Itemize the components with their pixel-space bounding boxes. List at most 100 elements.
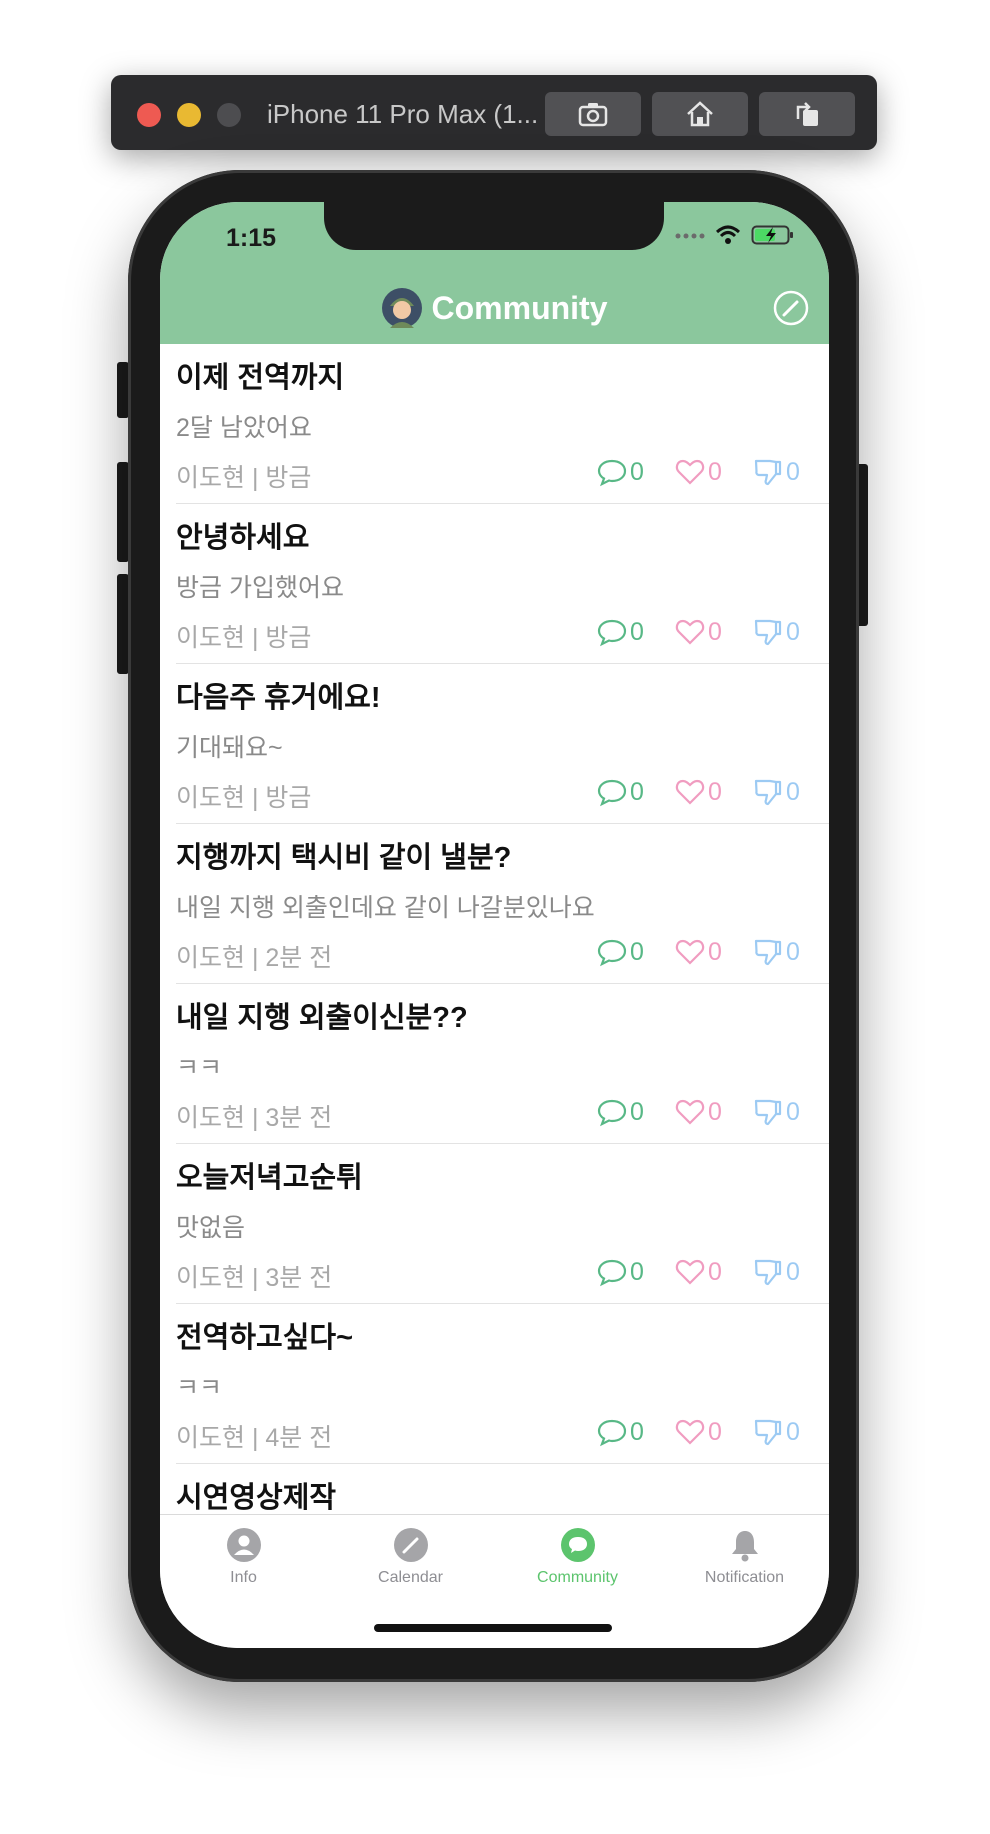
like-count[interactable]: 0 <box>674 456 722 488</box>
comment-count[interactable]: 0 <box>596 776 644 808</box>
post-title: 오늘저녁고순튀 <box>176 1162 363 1194</box>
heart-icon <box>675 459 705 485</box>
list-item[interactable]: 안녕하세요 방금 가입했어요 이도현 | 방금 0 0 0 <box>160 504 829 664</box>
comment-bubble-icon <box>597 459 627 487</box>
dislike-count[interactable]: 0 <box>752 1416 800 1448</box>
tab-label: Info <box>230 1569 257 1586</box>
comment-bubble-icon <box>597 1099 627 1127</box>
dislike-count[interactable]: 0 <box>752 776 800 808</box>
compose-button[interactable] <box>773 290 809 326</box>
bell-icon <box>731 1531 758 1562</box>
post-meta: 이도현 | 2분 전 <box>176 944 333 972</box>
comment-count[interactable]: 0 <box>596 1256 644 1288</box>
like-count-value: 0 <box>708 937 722 966</box>
soldier-avatar-icon <box>381 288 422 328</box>
dislike-count-value: 0 <box>786 457 800 486</box>
like-count[interactable]: 0 <box>674 1096 722 1128</box>
comment-count[interactable]: 0 <box>596 1416 644 1448</box>
page-title-text: Community <box>431 289 608 326</box>
post-title: 내일 지행 외출이신분?? <box>176 1002 468 1034</box>
like-count-value: 0 <box>708 617 722 646</box>
dislike-count[interactable]: 0 <box>752 1096 800 1128</box>
post-meta: 이도현 | 방금 <box>176 784 312 812</box>
dislike-count[interactable]: 0 <box>752 616 800 648</box>
dislike-count-value: 0 <box>786 617 800 646</box>
rotate-button[interactable] <box>759 92 855 136</box>
screenshot-button[interactable] <box>545 92 641 136</box>
post-body: 맛없음 <box>176 1214 246 1242</box>
chat-bubble-icon <box>560 1528 595 1562</box>
comment-count-value: 0 <box>630 1417 644 1446</box>
comment-count[interactable]: 0 <box>596 1096 644 1128</box>
like-count[interactable]: 0 <box>674 936 722 968</box>
close-window-button[interactable] <box>137 103 161 127</box>
dislike-count-value: 0 <box>786 777 800 806</box>
post-list[interactable]: 이제 전역까지 2달 남았어요 이도현 | 방금 0 0 0 안녕하세요 방금 … <box>160 344 829 1514</box>
comment-count-value: 0 <box>630 1257 644 1286</box>
list-item[interactable]: 다음주 휴거에요! 기대돼요~ 이도현 | 방금 0 0 0 <box>160 664 829 824</box>
list-item[interactable]: 오늘저녁고순튀 맛없음 이도현 | 3분 전 0 0 0 <box>160 1144 829 1304</box>
post-meta: 이도현 | 방금 <box>176 464 312 492</box>
tab-label: Community <box>537 1569 618 1586</box>
minimize-window-button[interactable] <box>177 103 201 127</box>
dislike-count-value: 0 <box>786 937 800 966</box>
zoom-window-button[interactable] <box>217 103 241 127</box>
thumbs-down-icon <box>754 1259 782 1286</box>
list-item[interactable]: 전역하고싶다~ ㅋㅋ 이도현 | 4분 전 0 0 0 <box>160 1304 829 1464</box>
home-button[interactable] <box>652 92 748 136</box>
status-time: 1:15 <box>226 224 277 252</box>
battery-charging-icon <box>751 225 793 245</box>
like-count[interactable]: 0 <box>674 1256 722 1288</box>
post-title: 이제 전역까지 <box>176 362 345 394</box>
comment-bubble-icon <box>597 1419 627 1447</box>
like-count-value: 0 <box>708 1257 722 1286</box>
notch <box>324 202 664 250</box>
dislike-count[interactable]: 0 <box>752 936 800 968</box>
tab-notification[interactable]: Notification <box>661 1527 828 1587</box>
post-body: 2달 남았어요 <box>176 414 312 442</box>
post-body: 내일 지행 외출인데요 같이 나갈분있나요 <box>176 894 595 922</box>
nav-header: 1:15 Community <box>160 202 829 344</box>
comment-bubble-icon <box>597 619 627 647</box>
post-body: 기대돼요~ <box>176 734 283 762</box>
post-title: 전역하고싶다~ <box>176 1322 354 1354</box>
phone-screen: 1:15 Community 이제 전역까지 2달 남았어요 이도현 | 방금 … <box>160 202 829 1648</box>
tab-label: Notification <box>704 1569 785 1586</box>
simulator-title: iPhone 11 Pro Max (1... <box>267 99 539 129</box>
post-meta: 이도현 | 3분 전 <box>176 1264 333 1292</box>
post-body: ㅋㅋ <box>176 1374 223 1402</box>
list-item[interactable]: 지행까지 택시비 같이 낼분? 내일 지행 외출인데요 같이 나갈분있나요 이도… <box>160 824 829 984</box>
list-item[interactable]: 시연영상제작 <box>160 1464 829 1514</box>
like-count-value: 0 <box>708 777 722 806</box>
comment-count[interactable]: 0 <box>596 456 644 488</box>
heart-icon <box>675 1419 705 1445</box>
post-title: 지행까지 택시비 같이 낼분? <box>176 842 512 874</box>
comment-count-value: 0 <box>630 457 644 486</box>
comment-count[interactable]: 0 <box>596 936 644 968</box>
comment-count[interactable]: 0 <box>596 616 644 648</box>
comment-bubble-icon <box>597 939 627 967</box>
simulator-toolbar: iPhone 11 Pro Max (1... <box>111 75 877 150</box>
dislike-count[interactable]: 0 <box>752 1256 800 1288</box>
post-body: ㅋㅋ <box>176 1054 223 1082</box>
list-item[interactable]: 이제 전역까지 2달 남았어요 이도현 | 방금 0 0 0 <box>160 344 829 504</box>
like-count[interactable]: 0 <box>674 1416 722 1448</box>
list-item[interactable]: 내일 지행 외출이신분?? ㅋㅋ 이도현 | 3분 전 0 0 0 <box>160 984 829 1144</box>
post-body: 방금 가입했어요 <box>176 574 344 602</box>
heart-icon <box>675 619 705 645</box>
heart-icon <box>675 1099 705 1125</box>
screenshot-icon <box>578 103 608 127</box>
tab-info[interactable]: Info <box>160 1527 327 1587</box>
like-count[interactable]: 0 <box>674 776 722 808</box>
tab-calendar[interactable]: Calendar <box>327 1527 494 1587</box>
comment-count-value: 0 <box>630 1097 644 1126</box>
comment-count-value: 0 <box>630 777 644 806</box>
tab-community[interactable]: Community <box>494 1527 661 1587</box>
like-count[interactable]: 0 <box>674 616 722 648</box>
dislike-count[interactable]: 0 <box>752 456 800 488</box>
status-icons <box>675 224 795 246</box>
dislike-count-value: 0 <box>786 1097 800 1126</box>
home-icon <box>687 101 713 127</box>
post-meta: 이도현 | 3분 전 <box>176 1104 333 1132</box>
post-title: 시연영상제작 <box>176 1482 337 1514</box>
